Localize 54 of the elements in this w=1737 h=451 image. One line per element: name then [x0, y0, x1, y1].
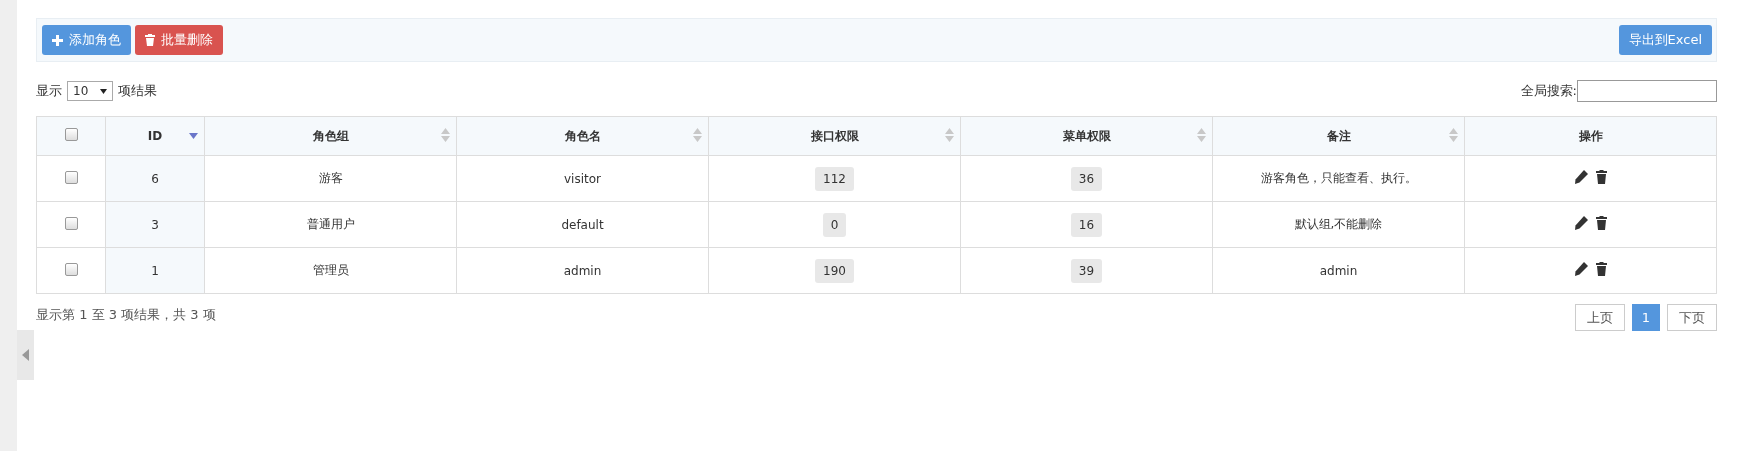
- table-cell: admin: [456, 247, 709, 294]
- search-label: 全局搜索:: [1520, 82, 1577, 100]
- sort-icon[interactable]: [693, 128, 702, 142]
- column-header[interactable]: 接口权限: [708, 116, 961, 156]
- trash-icon[interactable]: [1596, 216, 1607, 230]
- trash-icon[interactable]: [1596, 262, 1607, 276]
- plus-icon: [52, 34, 63, 46]
- count-badge: 0: [822, 212, 847, 237]
- results-info: 显示第 1 至 3 项结果，共 3 项: [36, 306, 216, 324]
- count-badge: 190: [815, 258, 854, 283]
- column-header[interactable]: 角色组: [204, 116, 457, 156]
- column-header[interactable]: 操作: [1464, 116, 1717, 156]
- count-badge: 112: [815, 166, 854, 191]
- table-cell: 3: [105, 201, 205, 248]
- row-checkbox[interactable]: [64, 170, 78, 184]
- table-cell: 1: [105, 247, 205, 294]
- search-field[interactable]: [1577, 80, 1717, 102]
- edit-icon[interactable]: [1574, 170, 1588, 184]
- column-header[interactable]: 菜单权限: [960, 116, 1213, 156]
- edit-icon[interactable]: [1574, 262, 1588, 276]
- column-header[interactable]: 角色名: [456, 116, 709, 156]
- table-cell: 游客角色，只能查看、执行。: [1212, 155, 1465, 202]
- count-badge: 39: [1070, 258, 1103, 283]
- edit-icon[interactable]: [1574, 216, 1588, 230]
- page-size-select[interactable]: 10: [67, 81, 113, 101]
- column-header[interactable]: ID: [105, 116, 205, 156]
- table-cell: 普通用户: [204, 201, 457, 248]
- collapse-tab[interactable]: [17, 330, 34, 380]
- table-cell: 游客: [204, 155, 457, 202]
- table-cell: default: [456, 201, 709, 248]
- table-cell: 默认组,不能删除: [1212, 201, 1465, 248]
- dropdown-caret-icon: [100, 88, 107, 94]
- row-checkbox[interactable]: [64, 262, 78, 276]
- sort-icon[interactable]: [945, 128, 954, 142]
- sort-icon[interactable]: [441, 128, 450, 142]
- left-arrow-icon: [21, 349, 30, 361]
- length-label: 项结果: [118, 82, 157, 100]
- sort-icon[interactable]: [1449, 128, 1458, 142]
- trash-icon: [145, 34, 155, 46]
- count-badge: 36: [1070, 166, 1103, 191]
- table-cell: visitor: [456, 155, 709, 202]
- length-label: 显示: [36, 82, 62, 100]
- trash-icon[interactable]: [1596, 170, 1607, 184]
- count-badge: 16: [1070, 212, 1103, 237]
- sort-icon[interactable]: [1197, 128, 1206, 142]
- toolbar-button[interactable]: 批量删除: [135, 25, 223, 55]
- table-cell: 6: [105, 155, 205, 202]
- next-page-button[interactable]: 下页: [1667, 304, 1717, 331]
- row-checkbox[interactable]: [64, 216, 78, 230]
- table-cell: admin: [1212, 247, 1465, 294]
- table-cell: 管理员: [204, 247, 457, 294]
- previous-page-button[interactable]: 上页: [1574, 304, 1625, 331]
- column-header[interactable]: 备注: [1212, 116, 1465, 156]
- select-all-checkbox[interactable]: [64, 128, 78, 141]
